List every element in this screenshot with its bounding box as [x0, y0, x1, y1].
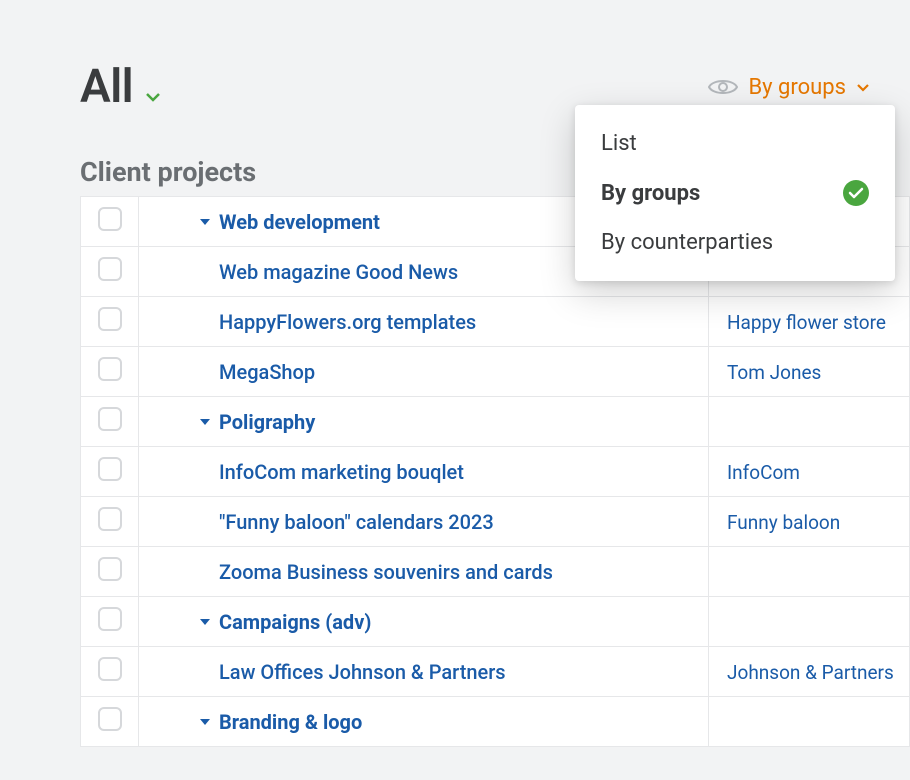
table-row: MegaShop Tom Jones [81, 347, 910, 397]
table-row: InfoCom marketing bouqlet InfoCom [81, 447, 910, 497]
view-mode-picker[interactable]: By groups [708, 75, 870, 100]
dropdown-item-list[interactable]: List [575, 119, 895, 168]
project-name-cell: MegaShop [139, 347, 709, 397]
checkbox-cell [81, 397, 139, 447]
project-link[interactable]: HappyFlowers.org templates [219, 310, 476, 334]
counterparty-cell: Funny baloon [709, 497, 910, 547]
caret-down-icon[interactable] [199, 217, 211, 227]
checkbox-cell [81, 347, 139, 397]
project-name-cell: "Funny baloon" calendars 2023 [139, 497, 709, 547]
project-link[interactable]: MegaShop [219, 360, 315, 384]
chevron-down-icon [856, 83, 870, 92]
project-name-cell: InfoCom marketing bouqlet [139, 447, 709, 497]
checkbox-cell [81, 297, 139, 347]
counterparty-cell: InfoCom [709, 447, 910, 497]
checkbox-cell [81, 597, 139, 647]
dropdown-item-label: By groups [601, 181, 700, 206]
counterparty-link[interactable]: Tom Jones [727, 361, 821, 384]
caret-down-icon[interactable] [199, 417, 211, 427]
group-link[interactable]: Campaigns (adv) [219, 610, 371, 634]
group-name-cell: Poligraphy [139, 397, 709, 447]
caret-down-icon[interactable] [199, 717, 211, 727]
table-row: "Funny baloon" calendars 2023 Funny baloo… [81, 497, 910, 547]
dropdown-item-by-counterparties[interactable]: By counterparties [575, 218, 895, 267]
row-checkbox[interactable] [98, 707, 122, 731]
project-link[interactable]: Zooma Business souvenirs and cards [219, 560, 553, 584]
row-checkbox[interactable] [98, 407, 122, 431]
table-row: Poligraphy [81, 397, 910, 447]
table-row: Campaigns (adv) [81, 597, 910, 647]
counterparty-link[interactable]: Funny baloon [727, 511, 840, 534]
checkbox-cell [81, 547, 139, 597]
table-row: Zooma Business souvenirs and cards [81, 547, 910, 597]
checkbox-cell [81, 497, 139, 547]
title-dropdown[interactable]: All [80, 60, 161, 114]
dropdown-item-label: List [601, 131, 637, 156]
project-name-cell: Zooma Business souvenirs and cards [139, 547, 709, 597]
checkbox-cell [81, 647, 139, 697]
view-mode-dropdown: List By groups By counterparties [575, 105, 895, 281]
counterparty-cell [709, 547, 910, 597]
row-checkbox[interactable] [98, 357, 122, 381]
counterparty-cell [709, 397, 910, 447]
eye-icon [708, 77, 738, 97]
view-mode-label: By groups [748, 75, 846, 100]
row-checkbox[interactable] [98, 207, 122, 231]
project-name-cell: HappyFlowers.org templates [139, 297, 709, 347]
project-link[interactable]: Web magazine Good News [219, 260, 458, 284]
table-row: HappyFlowers.org templates Happy flower s… [81, 297, 910, 347]
row-checkbox[interactable] [98, 457, 122, 481]
dropdown-item-by-groups[interactable]: By groups [575, 168, 895, 218]
group-link[interactable]: Branding & logo [219, 710, 362, 734]
counterparty-cell: Happy flower store [709, 297, 910, 347]
counterparty-cell: Tom Jones [709, 347, 910, 397]
checkbox-cell [81, 197, 139, 247]
counterparty-link[interactable]: Happy flower store [727, 311, 886, 334]
project-link[interactable]: InfoCom marketing bouqlet [219, 460, 464, 484]
checkbox-cell [81, 697, 139, 747]
project-name-cell: Law Offices Johnson & Partners [139, 647, 709, 697]
counterparty-cell: Johnson & Partners [709, 647, 910, 697]
checkbox-cell [81, 447, 139, 497]
dropdown-item-label: By counterparties [601, 230, 773, 255]
counterparty-link[interactable]: InfoCom [727, 461, 800, 484]
row-checkbox[interactable] [98, 557, 122, 581]
project-link[interactable]: Law Offices Johnson & Partners [219, 660, 506, 684]
caret-down-icon[interactable] [199, 617, 211, 627]
row-checkbox[interactable] [98, 657, 122, 681]
project-link[interactable]: "Funny baloon" calendars 2023 [219, 510, 494, 534]
group-link[interactable]: Web development [219, 210, 380, 234]
counterparty-cell [709, 697, 910, 747]
row-checkbox[interactable] [98, 607, 122, 631]
chevron-down-icon [145, 92, 161, 102]
check-circle-icon [843, 180, 869, 206]
group-name-cell: Campaigns (adv) [139, 597, 709, 647]
row-checkbox[interactable] [98, 257, 122, 281]
row-checkbox[interactable] [98, 507, 122, 531]
page-title: All [80, 60, 133, 114]
table-row: Law Offices Johnson & Partners Johnson & … [81, 647, 910, 697]
row-checkbox[interactable] [98, 307, 122, 331]
table-row: Branding & logo [81, 697, 910, 747]
counterparty-link[interactable]: Johnson & Partners [727, 661, 894, 684]
group-name-cell: Branding & logo [139, 697, 709, 747]
page: All By groups Client projects Web develo… [0, 0, 910, 747]
counterparty-cell [709, 597, 910, 647]
group-link[interactable]: Poligraphy [219, 410, 315, 434]
checkbox-cell [81, 247, 139, 297]
